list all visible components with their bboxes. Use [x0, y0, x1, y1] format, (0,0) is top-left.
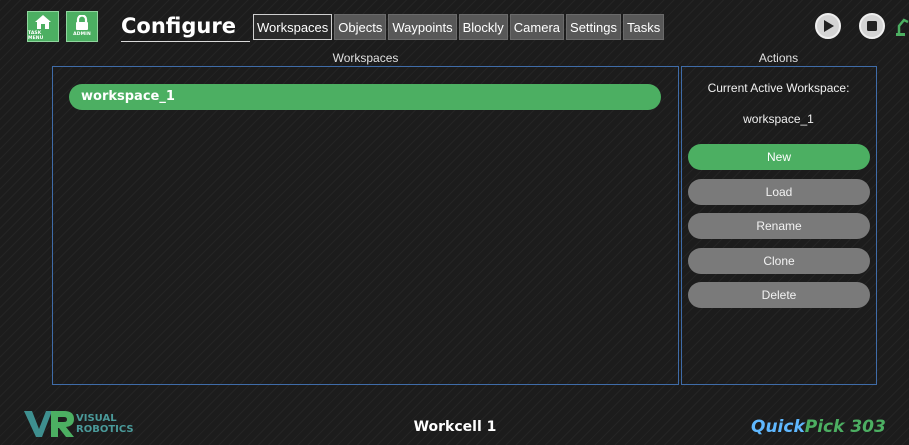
admin-label: ADMIN	[73, 32, 91, 37]
list-item-workspace[interactable]: workspace_1	[69, 84, 661, 110]
product-name-part1: Quick	[751, 417, 805, 437]
product-name-part2: Pick 303	[804, 417, 886, 437]
tab-bar: Workspaces Objects Waypoints Blockly Cam…	[253, 14, 666, 40]
visual-robotics-logo: VISUAL ROBOTICS	[24, 405, 134, 443]
actions-header: Actions	[758, 51, 799, 65]
tab-camera[interactable]: Camera	[509, 14, 565, 40]
workcell-label: Workcell 1	[413, 419, 497, 435]
delete-button[interactable]: Delete	[688, 282, 870, 308]
vr-logo-icon	[24, 411, 74, 437]
task-menu-button[interactable]: TASK MENU	[27, 11, 59, 42]
task-menu-label: TASK MENU	[28, 31, 44, 41]
tab-objects[interactable]: Objects	[334, 14, 387, 40]
stop-icon	[867, 21, 877, 31]
clone-button[interactable]: Clone	[688, 248, 870, 274]
logo-text-line2: ROBOTICS	[76, 424, 134, 435]
page-title: Configure	[121, 14, 236, 38]
current-workspace-value: workspace_1	[743, 112, 814, 126]
rename-button[interactable]: Rename	[688, 213, 870, 239]
new-button[interactable]: New	[688, 144, 870, 170]
stop-button[interactable]	[859, 13, 885, 39]
load-button[interactable]: Load	[688, 179, 870, 205]
workspaces-list-panel	[52, 66, 679, 385]
tab-workspaces[interactable]: Workspaces	[253, 14, 333, 40]
lock-icon	[76, 15, 88, 30]
home-icon	[35, 15, 51, 29]
play-icon	[824, 20, 834, 32]
tab-tasks[interactable]: Tasks	[623, 14, 665, 40]
play-button[interactable]	[815, 13, 841, 39]
admin-button[interactable]: ADMIN	[66, 11, 98, 42]
workspaces-header: Workspaces	[332, 51, 399, 65]
tab-settings[interactable]: Settings	[566, 14, 622, 40]
logo-text-line1: VISUAL	[76, 413, 117, 424]
tab-blockly[interactable]: Blockly	[458, 14, 508, 40]
robot-status-icon	[896, 14, 909, 40]
tab-waypoints[interactable]: Waypoints	[388, 14, 457, 40]
title-underline	[121, 41, 250, 42]
current-workspace-label: Current Active Workspace:	[707, 81, 850, 95]
product-name: QuickPick 303	[751, 417, 886, 437]
